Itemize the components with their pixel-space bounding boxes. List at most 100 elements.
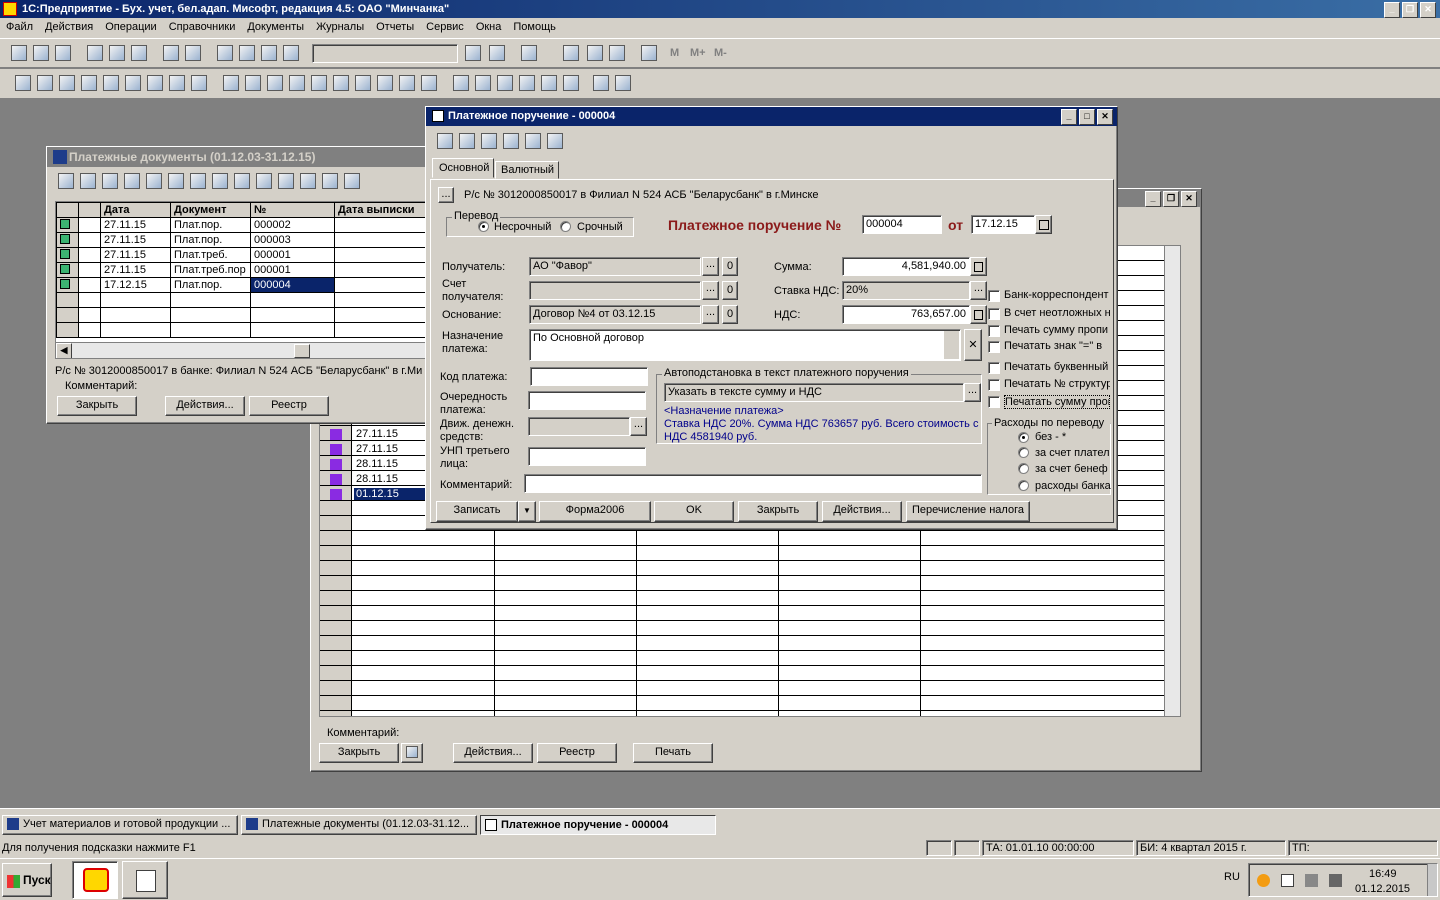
tab-currency[interactable]: Валютный [495, 161, 559, 179]
j-new-icon[interactable] [58, 173, 74, 189]
sum-field[interactable]: 4,581,940.00 [842, 257, 970, 276]
operations-icon[interactable] [37, 75, 53, 91]
menu-service[interactable]: Сервис [420, 18, 470, 36]
tool-7-icon[interactable] [593, 75, 610, 91]
journal-actions-button[interactable]: Действия... [165, 396, 245, 416]
order-save-dropdown-button[interactable]: ▼ [518, 501, 536, 522]
menu-documents[interactable]: Документы [241, 18, 310, 36]
bg-registry-button[interactable]: Реестр [537, 743, 617, 763]
recipient-field[interactable]: АО "Фавор" [529, 257, 701, 276]
auto-select-button[interactable]: ... [964, 383, 981, 402]
book-icon[interactable] [641, 45, 657, 61]
tray-network-icon[interactable] [1305, 874, 1318, 887]
movements-icon[interactable] [481, 133, 497, 149]
radio-urgent[interactable] [560, 221, 571, 232]
table-icon[interactable] [217, 45, 234, 61]
pko-icon[interactable] [147, 75, 163, 91]
redo-icon[interactable] [261, 45, 278, 61]
menu-windows[interactable]: Окна [470, 18, 508, 36]
tip-icon[interactable] [609, 45, 625, 61]
payment-code-field[interactable] [530, 367, 648, 386]
j-col-doc[interactable]: Документ [170, 202, 251, 218]
menu-journals[interactable]: Журналы [310, 18, 370, 36]
tree-icon[interactable] [103, 75, 119, 91]
basis-select-button[interactable]: ... [702, 305, 719, 324]
tray-volume-icon[interactable] [1329, 874, 1342, 887]
purpose-field[interactable]: По Основной договор [529, 329, 961, 361]
journal-hscrollbar[interactable]: ◀ [56, 342, 430, 358]
vat-calc-button[interactable] [970, 305, 987, 324]
tool-6-icon[interactable] [563, 75, 580, 91]
table-row[interactable]: 27.11.15 Плат.пор. 000002 [56, 217, 430, 233]
order-help-icon[interactable] [525, 133, 541, 149]
j-col-date[interactable]: Дата [100, 202, 171, 218]
tool-8-icon[interactable] [615, 75, 632, 91]
cashflow-select-button[interactable]: ... [630, 417, 647, 436]
chart-of-accounts-icon[interactable] [15, 75, 31, 91]
search-combo[interactable] [312, 44, 458, 63]
j-post-icon[interactable] [234, 173, 250, 189]
search-next-icon[interactable] [465, 45, 481, 61]
order-close-button[interactable]: ✕ [1097, 109, 1113, 125]
j-help-icon[interactable] [322, 173, 338, 189]
priority-field[interactable] [528, 391, 646, 410]
tool-5-icon[interactable] [541, 75, 558, 91]
journal-registry-button[interactable]: Реестр [249, 396, 329, 416]
order-tax-button[interactable]: Перечисление налога [906, 501, 1030, 522]
report-1-icon[interactable] [223, 75, 240, 91]
calculator-icon[interactable] [563, 45, 579, 61]
j-find-icon[interactable] [102, 173, 118, 189]
report-10-icon[interactable] [421, 75, 438, 91]
menu-reports[interactable]: Отчеты [370, 18, 420, 36]
order-form-button[interactable]: Форма2006 [539, 501, 651, 522]
order-number-field[interactable]: 000004 [862, 215, 942, 234]
calc-mminus-button[interactable]: M- [714, 47, 727, 59]
report-4-icon[interactable] [289, 75, 306, 91]
tray-update-icon[interactable] [1257, 874, 1270, 887]
radio-nonurgent[interactable] [478, 221, 489, 232]
chk-correspondent-bank[interactable] [988, 290, 1000, 302]
chk-print-sum-words[interactable] [988, 325, 1000, 337]
scroll-thumb[interactable] [294, 344, 310, 358]
account-select-button[interactable]: ... [438, 187, 454, 203]
bg-minimize-button[interactable]: _ [1145, 191, 1161, 207]
expense-none-radio[interactable] [1018, 432, 1029, 443]
bg-close-button[interactable]: ✕ [1181, 191, 1197, 207]
chk-print-structure[interactable] [988, 379, 1000, 391]
open-icon[interactable] [33, 45, 49, 61]
chk-print-letter[interactable] [988, 362, 1000, 374]
taskbar-1c-app[interactable] [72, 861, 118, 899]
journal-icon[interactable] [59, 75, 75, 91]
clock-date[interactable]: 01.12.2015 [1355, 883, 1410, 895]
j-structure-icon[interactable] [300, 173, 316, 189]
order-minimize-button[interactable]: _ [1061, 109, 1077, 125]
recipient-account-select-button[interactable]: ... [702, 281, 719, 300]
expense-beneficiary-radio[interactable] [1018, 463, 1029, 474]
report-6-icon[interactable] [333, 75, 350, 91]
table-row[interactable]: 27.11.15 Плат.пор. 000003 [56, 232, 430, 248]
delete-mark-icon[interactable] [81, 75, 97, 91]
scroll-left-icon[interactable]: ◀ [56, 343, 72, 358]
sum-calc-button[interactable] [970, 257, 987, 276]
expense-bank-radio[interactable] [1018, 480, 1029, 491]
tool-2-icon[interactable] [475, 75, 492, 91]
vat-rate-field[interactable]: 20% [842, 281, 970, 300]
chk-urgent-needs[interactable] [988, 308, 1000, 320]
bg-print-button[interactable]: Печать [633, 743, 713, 763]
menu-references[interactable]: Справочники [163, 18, 242, 36]
find-icon[interactable] [283, 45, 300, 61]
show-desktop-button[interactable] [1427, 864, 1437, 896]
save-icon[interactable] [55, 45, 71, 61]
recipient-account-field[interactable] [529, 281, 701, 300]
tray-flag-icon[interactable] [1281, 874, 1294, 887]
report-3-icon[interactable] [267, 75, 284, 91]
unp-field[interactable] [528, 447, 646, 466]
menu-file[interactable]: Файл [0, 18, 39, 36]
recipient-account-clear-button[interactable]: 0 [722, 281, 738, 300]
order-save-button[interactable]: Записать [436, 501, 518, 522]
calc-m-button[interactable]: M [670, 47, 679, 59]
order-ok-button[interactable]: OK [654, 501, 734, 522]
report-7-icon[interactable] [355, 75, 372, 91]
taskbar-second-app[interactable] [122, 861, 168, 899]
bg-restore-button[interactable]: ❐ [1163, 191, 1179, 207]
